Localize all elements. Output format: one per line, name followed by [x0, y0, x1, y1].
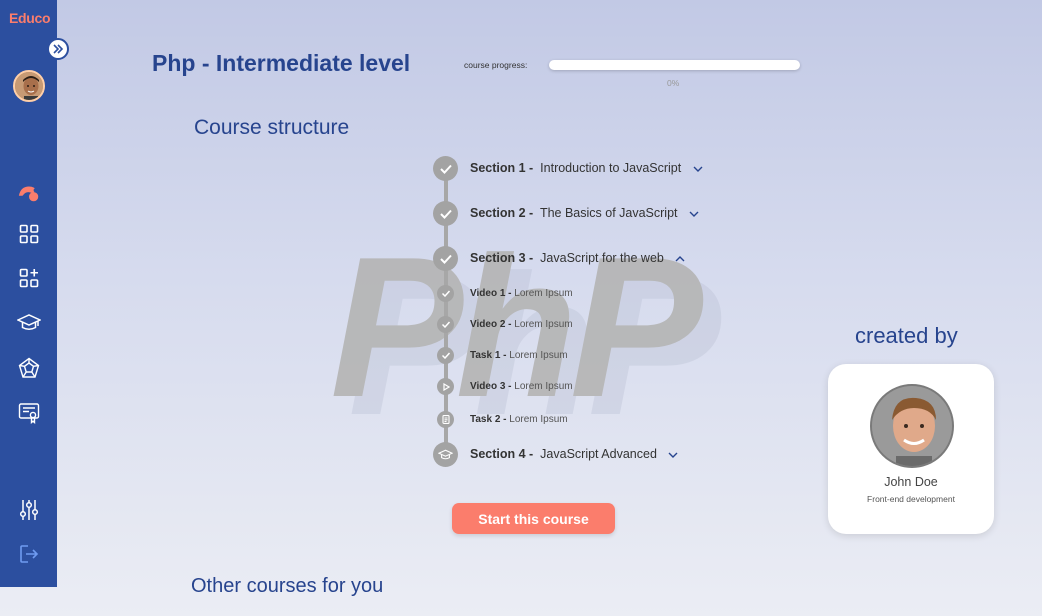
lesson-title: Lorem Ipsum	[509, 350, 568, 361]
lesson-label: Video 1 -	[470, 288, 512, 299]
lesson-label: Video 3 -	[470, 381, 512, 392]
section-1-row[interactable]: Section 1 - Introduction to JavaScript	[470, 161, 703, 175]
progress-label: course progress:	[464, 60, 528, 70]
chevron-down-icon	[693, 166, 703, 172]
lesson-title: Lorem Ipsum	[514, 288, 573, 299]
author-avatar	[870, 384, 954, 468]
lesson-task-2[interactable]: Task 2 - Lorem Ipsum	[470, 414, 568, 425]
section-2-check-node	[433, 201, 458, 226]
chevron-down-icon	[689, 211, 699, 217]
section-3-check-node	[433, 246, 458, 271]
lesson-check-node	[437, 285, 454, 302]
section-title: Introduction to JavaScript	[540, 161, 682, 175]
author-card[interactable]: John Doe Front-end development	[828, 364, 994, 534]
check-icon	[439, 209, 452, 219]
progress-bar	[549, 60, 800, 70]
check-icon	[439, 254, 452, 264]
section-4-node	[433, 442, 458, 467]
section-title: JavaScript for the web	[540, 251, 664, 265]
lesson-check-node	[437, 316, 454, 333]
dashboard-grid-icon[interactable]	[17, 222, 41, 246]
sidebar-toggle-button[interactable]	[47, 38, 69, 60]
page-title: Php - Intermediate level	[152, 50, 411, 76]
lesson-play-node	[437, 378, 454, 395]
course-structure-heading: Course structure	[194, 116, 350, 139]
lesson-title: Lorem Ipsum	[509, 414, 568, 425]
graduation-cap-icon[interactable]	[17, 311, 41, 335]
pentagon-web-icon[interactable]	[17, 356, 41, 380]
section-1-check-node	[433, 156, 458, 181]
author-role: Front-end development	[867, 494, 955, 504]
section-title: JavaScript Advanced	[540, 447, 657, 461]
sidebar: Educo	[0, 0, 57, 587]
logout-icon[interactable]	[17, 542, 41, 566]
course-logo-icon[interactable]	[17, 181, 41, 205]
other-courses-heading: Other courses for you	[191, 575, 384, 597]
check-icon	[441, 352, 450, 359]
lesson-video-1[interactable]: Video 1 - Lorem Ipsum	[470, 288, 573, 299]
section-2-row[interactable]: Section 2 - The Basics of JavaScript	[470, 206, 699, 220]
chevron-down-icon	[668, 452, 678, 458]
double-chevron-right-icon	[53, 44, 64, 54]
lesson-video-3[interactable]: Video 3 - Lorem Ipsum	[470, 381, 573, 392]
lesson-video-2[interactable]: Video 2 - Lorem Ipsum	[470, 319, 573, 330]
lesson-document-node	[437, 411, 454, 428]
lesson-check-node	[437, 347, 454, 364]
section-number: Section 2 -	[470, 206, 534, 220]
settings-sliders-icon[interactable]	[17, 498, 41, 522]
author-name: John Doe	[884, 475, 938, 489]
check-icon	[441, 321, 450, 328]
lesson-title: Lorem Ipsum	[514, 381, 573, 392]
user-avatar[interactable]	[13, 70, 45, 102]
check-icon	[439, 164, 452, 174]
start-course-button[interactable]: Start this course	[452, 503, 615, 534]
play-icon	[442, 382, 450, 391]
section-number: Section 3 -	[470, 251, 534, 265]
progress-percent: 0%	[667, 78, 680, 88]
section-number: Section 1 -	[470, 161, 534, 175]
graduation-cap-icon	[438, 449, 453, 459]
lesson-title: Lorem Ipsum	[514, 319, 573, 330]
lesson-task-1[interactable]: Task 1 - Lorem Ipsum	[470, 350, 568, 361]
lesson-label: Task 2 -	[470, 414, 507, 425]
app-logo[interactable]: Educo	[9, 10, 51, 26]
chevron-up-icon	[675, 255, 685, 262]
section-title: The Basics of JavaScript	[539, 206, 678, 220]
check-icon	[441, 290, 450, 297]
lesson-label: Task 1 -	[470, 350, 507, 361]
section-4-row[interactable]: Section 4 - JavaScript Advanced	[470, 447, 678, 461]
certificate-icon[interactable]	[17, 401, 41, 425]
created-by-heading: created by	[855, 323, 958, 348]
document-icon	[441, 415, 450, 424]
section-3-row[interactable]: Section 3 - JavaScript for the web	[470, 251, 685, 265]
section-number: Section 4 -	[470, 447, 534, 461]
add-grid-icon[interactable]	[17, 266, 41, 290]
lesson-label: Video 2 -	[470, 319, 512, 330]
